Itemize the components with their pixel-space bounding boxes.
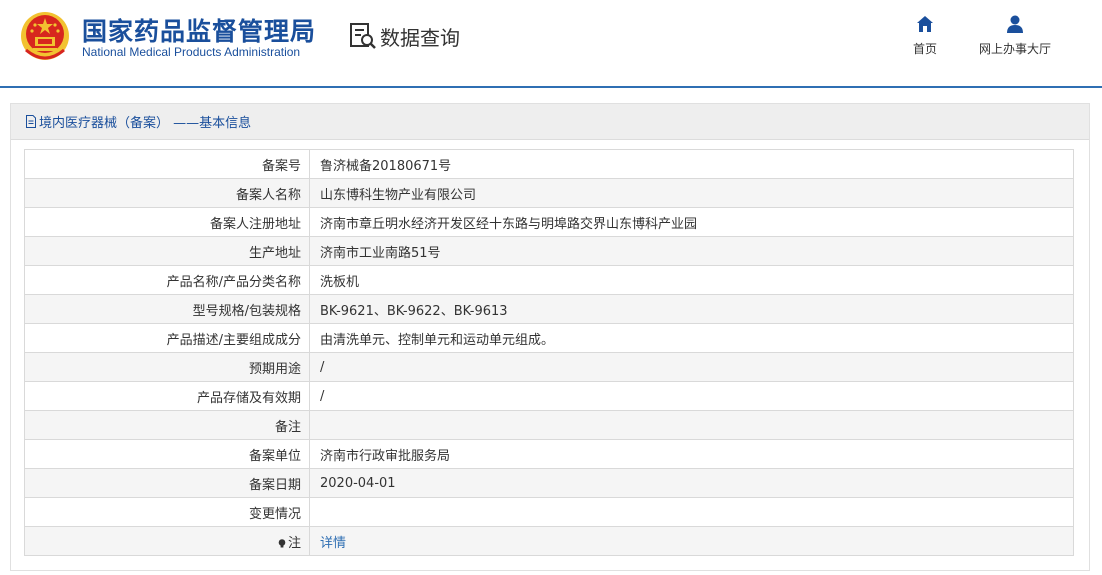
- org-name-cn: 国家药品监督管理局: [82, 17, 317, 46]
- field-value: 山东博科生物产业有限公司: [309, 178, 1074, 208]
- table-row: 产品名称/产品分类名称 洗板机: [24, 265, 1074, 295]
- field-label: 备注: [24, 410, 310, 440]
- table-row: 备案单位 济南市行政审批服务局: [24, 439, 1074, 469]
- nav-home[interactable]: 首页: [903, 14, 947, 57]
- table-row: 产品存储及有效期 /: [24, 381, 1074, 411]
- table-row: 备注: [24, 410, 1074, 440]
- field-label: 备案号: [24, 149, 310, 179]
- field-value: 济南市工业南路51号: [309, 236, 1074, 266]
- field-label: 产品名称/产品分类名称: [24, 265, 310, 295]
- table-row-note: 注 详情: [24, 526, 1074, 556]
- field-value: [309, 410, 1074, 440]
- table-row: 产品描述/主要组成成分 由清洗单元、控制单元和运动单元组成。: [24, 323, 1074, 353]
- nav-online-hall[interactable]: 网上办事大厅: [970, 14, 1060, 57]
- table-row: 型号规格/包装规格 BK-9621、BK-9622、BK-9613: [24, 294, 1074, 324]
- record-table: 备案号 鲁济械备20180671号 备案人名称 山东博科生物产业有限公司 备案人…: [24, 149, 1074, 556]
- data-query-label: 数据查询: [380, 25, 460, 50]
- table-row: 预期用途 /: [24, 352, 1074, 382]
- field-value: 济南市章丘明水经济开发区经十东路与明埠路交界山东博科产业园: [309, 207, 1074, 237]
- org-name-en: National Medical Products Administration: [82, 45, 301, 59]
- field-label: 备案人注册地址: [24, 207, 310, 237]
- note-value-cell: 详情: [309, 526, 1074, 556]
- field-label: 生产地址: [24, 236, 310, 266]
- field-label: 备案日期: [24, 468, 310, 498]
- info-panel: 境内医疗器械（备案） ——基本信息 备案号 鲁济械备20180671号 备案人名…: [10, 103, 1090, 571]
- field-value: 由清洗单元、控制单元和运动单元组成。: [309, 323, 1074, 353]
- field-label: 备案单位: [24, 439, 310, 469]
- note-label: 注: [287, 535, 301, 551]
- bulb-icon: [278, 538, 286, 547]
- field-label: 产品存储及有效期: [24, 381, 310, 411]
- field-value: 2020-04-01: [309, 468, 1074, 498]
- national-emblem-icon: [21, 12, 69, 60]
- table-row: 备案号 鲁济械备20180671号: [24, 149, 1074, 179]
- table-row: 备案日期 2020-04-01: [24, 468, 1074, 498]
- table-row: 备案人注册地址 济南市章丘明水经济开发区经十东路与明埠路交界山东博科产业园: [24, 207, 1074, 237]
- document-icon: [26, 115, 36, 128]
- table-row: 生产地址 济南市工业南路51号: [24, 236, 1074, 266]
- user-icon: [1007, 15, 1023, 33]
- field-value: 鲁济械备20180671号: [309, 149, 1074, 179]
- field-label: 备案人名称: [24, 178, 310, 208]
- panel-header: 境内医疗器械（备案） ——基本信息: [11, 104, 1089, 140]
- table-row: 变更情况: [24, 497, 1074, 527]
- panel-title: 境内医疗器械（备案） ——基本信息: [39, 116, 252, 131]
- field-label: 产品描述/主要组成成分: [24, 323, 310, 353]
- site-header: 国家药品监督管理局 National Medical Products Admi…: [0, 0, 1102, 86]
- field-value: /: [309, 352, 1074, 382]
- field-value: BK-9621、BK-9622、BK-9613: [309, 294, 1074, 324]
- nav-home-label: 首页: [912, 42, 937, 56]
- field-label: 型号规格/包装规格: [24, 294, 310, 324]
- data-query-icon: [350, 23, 376, 49]
- home-icon: [917, 16, 933, 32]
- field-value: /: [309, 381, 1074, 411]
- field-label: 变更情况: [24, 497, 310, 527]
- field-value: [309, 497, 1074, 527]
- field-label: 预期用途: [24, 352, 310, 382]
- header-divider: [0, 86, 1102, 88]
- nav-online-hall-label: 网上办事大厅: [978, 42, 1051, 56]
- field-value: 济南市行政审批服务局: [309, 439, 1074, 469]
- note-label-cell: 注: [24, 526, 310, 556]
- detail-link[interactable]: 详情: [320, 536, 346, 551]
- field-value: 洗板机: [309, 265, 1074, 295]
- table-row: 备案人名称 山东博科生物产业有限公司: [24, 178, 1074, 208]
- data-query-title[interactable]: 数据查询: [348, 20, 460, 52]
